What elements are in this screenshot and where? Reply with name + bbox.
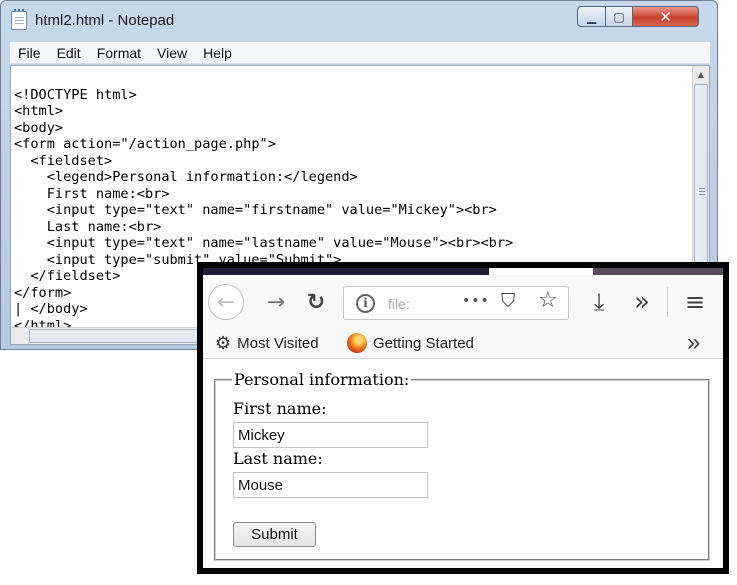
code-line: <html> bbox=[14, 103, 64, 119]
menu-edit[interactable]: Edit bbox=[49, 45, 89, 61]
bookmark-most-visited[interactable]: ⚙ Most Visited bbox=[215, 333, 319, 354]
maximize-button[interactable]: ▢ bbox=[605, 6, 633, 27]
tab-strip bbox=[203, 268, 723, 275]
code-line: <input type="text" name="firstname" valu… bbox=[14, 202, 497, 218]
page-content: Personal information: First name: Last n… bbox=[203, 360, 723, 568]
hamburger-icon: ≡ bbox=[684, 288, 706, 316]
fieldset-legend: Personal information: bbox=[232, 370, 412, 389]
bookmark-label: Most Visited bbox=[237, 335, 319, 352]
bookmarks-overflow-button[interactable]: » bbox=[687, 329, 700, 357]
bookmark-label: Getting Started bbox=[373, 334, 474, 352]
notepad-titlebar[interactable]: html2.html - Notepad ▁ ▢ ✕ bbox=[1, 1, 717, 41]
last-name-label: Last name: bbox=[233, 449, 323, 468]
submit-button[interactable]: Submit bbox=[233, 522, 316, 547]
personal-info-fieldset: Personal information: First name: Last n… bbox=[214, 370, 710, 561]
chevron-right-icon: » bbox=[634, 287, 650, 317]
firefox-inner: ← → ↻ i file: ••• ⛉ ☆ ⤓ » ≡ ⚙ Most Visit… bbox=[203, 268, 723, 568]
pocket-icon[interactable]: ⛉ bbox=[501, 290, 515, 312]
forward-button[interactable]: → bbox=[261, 287, 291, 317]
forward-arrow-icon: → bbox=[266, 289, 286, 315]
code-line: Last name:<br> bbox=[14, 218, 162, 235]
notepad-app-icon bbox=[11, 9, 27, 30]
firefox-logo-icon bbox=[347, 333, 367, 353]
page-actions-icon[interactable]: ••• bbox=[462, 293, 490, 309]
toolbar-divider bbox=[667, 287, 668, 317]
horizontal-scroll-thumb[interactable] bbox=[29, 329, 204, 343]
url-bar[interactable]: i file: ••• ⛉ ☆ bbox=[343, 286, 569, 320]
notepad-menubar: File Edit Format View Help bbox=[10, 42, 710, 64]
back-button[interactable]: ← bbox=[208, 284, 244, 320]
back-arrow-icon: ← bbox=[216, 289, 236, 315]
code-line: <body> bbox=[14, 119, 64, 136]
menu-file[interactable]: File bbox=[10, 45, 49, 61]
chevron-right-icon: » bbox=[687, 329, 701, 356]
info-icon[interactable]: i bbox=[356, 294, 375, 313]
code-line: <legend>Personal information:</legend> bbox=[14, 169, 358, 185]
first-name-input[interactable] bbox=[233, 422, 428, 448]
url-text: file: bbox=[388, 296, 410, 312]
bookmark-getting-started[interactable]: Getting Started bbox=[347, 333, 474, 353]
menu-button[interactable]: ≡ bbox=[680, 287, 710, 317]
reload-button[interactable]: ↻ bbox=[301, 287, 331, 317]
last-name-input[interactable] bbox=[233, 472, 428, 498]
toolbar-overflow-button[interactable]: » bbox=[627, 287, 657, 317]
code-line: <!DOCTYPE html> bbox=[14, 86, 137, 103]
downloads-button[interactable]: ⤓ bbox=[584, 287, 614, 317]
bookmark-star-icon[interactable]: ☆ bbox=[538, 288, 558, 313]
code-line: First name:<br> bbox=[14, 185, 170, 202]
code-line: </form> bbox=[14, 284, 72, 301]
menu-view[interactable]: View bbox=[149, 45, 195, 61]
menu-help[interactable]: Help bbox=[195, 45, 240, 61]
menu-format[interactable]: Format bbox=[89, 45, 149, 61]
reload-icon: ↻ bbox=[306, 289, 326, 315]
gear-icon: ⚙ bbox=[215, 333, 232, 353]
code-line: <input type="text" name="lastname" value… bbox=[14, 235, 514, 251]
first-name-label: First name: bbox=[233, 399, 327, 418]
bookmarks-toolbar: ⚙ Most Visited Getting Started » bbox=[203, 327, 723, 359]
code-line: <fieldset> bbox=[14, 152, 113, 169]
notepad-title: html2.html - Notepad bbox=[35, 12, 175, 29]
close-button[interactable]: ✕ bbox=[632, 6, 699, 27]
grip-icon bbox=[699, 188, 705, 196]
scroll-up-icon[interactable]: ▲ bbox=[693, 66, 709, 83]
download-icon: ⤓ bbox=[593, 288, 605, 316]
minimize-button[interactable]: ▁ bbox=[577, 6, 606, 27]
browser-toolbar: ← → ↻ i file: ••• ⛉ ☆ ⤓ » ≡ bbox=[203, 275, 723, 327]
firefox-window: ← → ↻ i file: ••• ⛉ ☆ ⤓ » ≡ ⚙ Most Visit… bbox=[197, 262, 729, 574]
code-line: </fieldset> bbox=[14, 268, 121, 284]
code-line: | </body> bbox=[14, 301, 88, 317]
code-line: <form action="/action_page.php"> bbox=[14, 136, 276, 152]
